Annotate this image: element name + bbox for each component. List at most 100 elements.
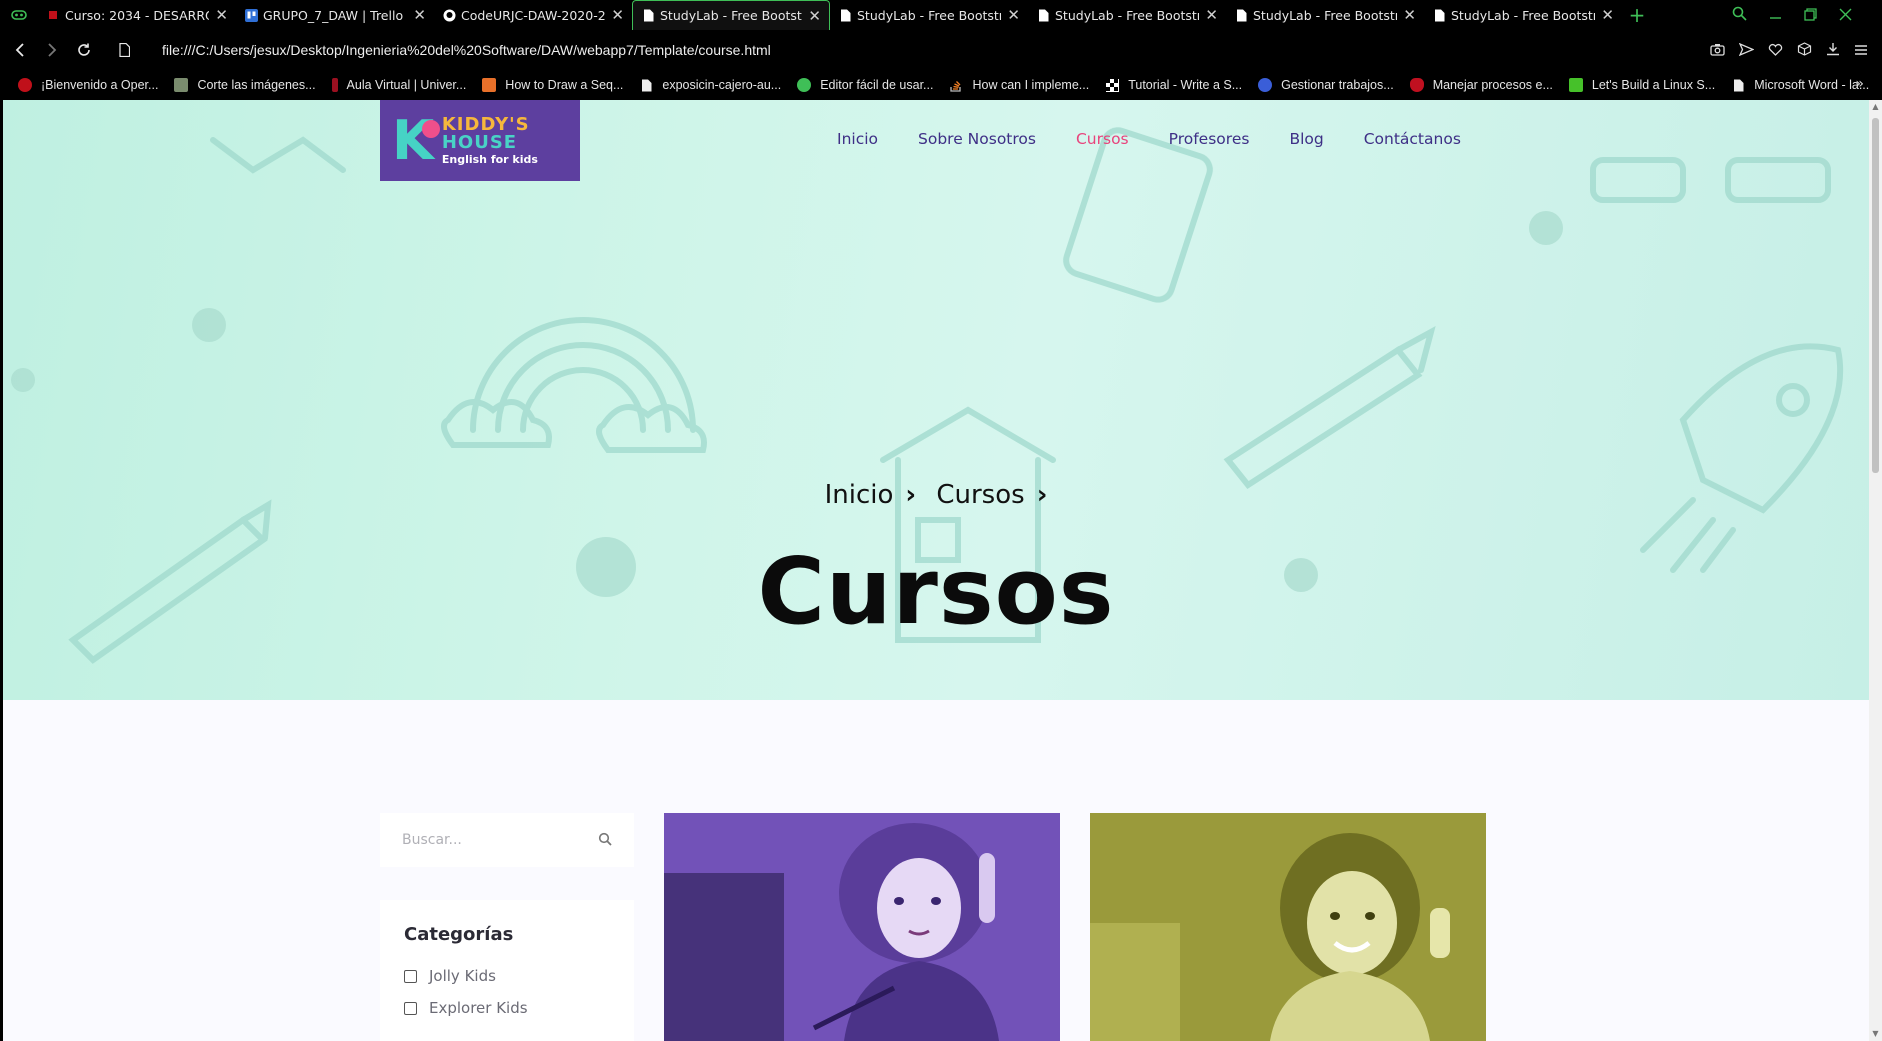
scrollbar-thumb[interactable] bbox=[1872, 118, 1879, 473]
file-icon bbox=[641, 9, 655, 23]
nav-cursos[interactable]: Cursos bbox=[1076, 130, 1129, 148]
nav-profesores[interactable]: Profesores bbox=[1169, 130, 1250, 148]
reload-icon[interactable] bbox=[68, 30, 100, 70]
url-field[interactable]: file:///C:/Users/jesux/Desktop/Ingenieri… bbox=[162, 42, 771, 58]
page-viewport: K KIDDY'S HOUSE English for kids Inicio … bbox=[3, 100, 1869, 1041]
minimize-window-icon[interactable] bbox=[1769, 6, 1782, 25]
bookmark-item[interactable]: Corte las imágenes... bbox=[174, 78, 316, 92]
bookmark-item[interactable]: How to Draw a Seq... bbox=[482, 78, 623, 92]
bookmark-item[interactable]: ¡Bienvenido a Oper... bbox=[18, 78, 158, 92]
page-scrollbar[interactable]: ▲ ▼ bbox=[1869, 100, 1882, 1041]
breadcrumb-inicio[interactable]: Inicio bbox=[825, 480, 894, 510]
new-tab-button[interactable]: + bbox=[1622, 3, 1652, 27]
bookmark-item[interactable]: Manejar procesos e... bbox=[1409, 78, 1553, 92]
browser-tabbar: Curso: 2034 - DESARROLLO ✕ GRUPO_7_DAW |… bbox=[0, 0, 1882, 30]
bookmarks-bar: ¡Bienvenido a Oper... Corte las imágenes… bbox=[0, 70, 1882, 100]
categories-title: Categorías bbox=[404, 924, 514, 945]
chevron-right-icon: › bbox=[1036, 480, 1048, 510]
tab-title: Curso: 2034 - DESARROLLO bbox=[65, 7, 209, 23]
tab-title: StudyLab - Free Bootstrap bbox=[857, 7, 1002, 23]
bookmark-item[interactable]: Gestionar trabajos... bbox=[1258, 78, 1394, 92]
bookmark-label: Corte las imágenes... bbox=[197, 78, 316, 92]
scroll-up-icon[interactable]: ▲ bbox=[1869, 100, 1882, 114]
tab-title: StudyLab - Free Bootstrap bbox=[660, 8, 802, 23]
browser-tab[interactable]: CodeURJC-DAW-2020-21/ ✕ bbox=[434, 0, 632, 30]
nav-blog[interactable]: Blog bbox=[1289, 130, 1323, 148]
close-tab-icon[interactable]: ✕ bbox=[1205, 6, 1218, 24]
forward-icon[interactable] bbox=[36, 30, 68, 70]
bookmark-item[interactable]: Aula Virtual | Univer... bbox=[331, 78, 467, 92]
bookmark-item[interactable]: Editor fácil de usar... bbox=[797, 78, 933, 92]
download-icon[interactable] bbox=[1826, 41, 1840, 60]
category-item[interactable]: Jolly Kids bbox=[404, 967, 610, 985]
close-tab-icon[interactable]: ✕ bbox=[1007, 6, 1020, 24]
bookmark-label: Editor fácil de usar... bbox=[820, 78, 934, 92]
camera-icon[interactable] bbox=[1710, 41, 1725, 60]
close-window-icon[interactable] bbox=[1839, 6, 1852, 25]
scroll-down-icon[interactable]: ▼ bbox=[1869, 1027, 1882, 1041]
browser-tab-active[interactable]: StudyLab - Free Bootstrap ✕ bbox=[632, 0, 830, 30]
nav-sobre-nosotros[interactable]: Sobre Nosotros bbox=[918, 130, 1036, 148]
close-tab-icon[interactable]: ✕ bbox=[1601, 6, 1614, 24]
bookmark-label: Gestionar trabajos... bbox=[1281, 78, 1394, 92]
bookmark-item[interactable]: Let's Build a Linux S... bbox=[1568, 78, 1715, 92]
bookmark-item[interactable]: Tutorial - Write a S... bbox=[1105, 78, 1242, 92]
shield-icon bbox=[1409, 78, 1424, 92]
child-photo-icon bbox=[664, 813, 1060, 1041]
file-icon bbox=[838, 8, 852, 22]
image-icon bbox=[174, 78, 189, 92]
browser-tab[interactable]: StudyLab - Free Bootstrap ✕ bbox=[1424, 0, 1622, 30]
logo-letter: K bbox=[392, 108, 440, 172]
search-box bbox=[380, 813, 634, 867]
easy-setup-icon[interactable] bbox=[1854, 41, 1868, 60]
course-card-image[interactable] bbox=[664, 813, 1060, 1041]
checkbox[interactable] bbox=[404, 1001, 417, 1015]
breadcrumb: Inicio › Cursos › bbox=[3, 480, 1869, 510]
bookmark-item[interactable]: How can I impleme... bbox=[949, 78, 1089, 92]
send-icon[interactable] bbox=[1738, 41, 1755, 60]
bookmark-item[interactable]: Microsoft Word - la... bbox=[1731, 78, 1869, 92]
restore-window-icon[interactable] bbox=[1804, 6, 1817, 25]
course-card-image[interactable] bbox=[1090, 813, 1486, 1041]
nav-inicio[interactable]: Inicio bbox=[837, 130, 878, 148]
categories-panel: Categorías Jolly Kids Explorer Kids bbox=[380, 900, 634, 1041]
browser-tab[interactable]: StudyLab - Free Bootstrap ✕ bbox=[1028, 0, 1226, 30]
browser-tab[interactable]: StudyLab - Free Bootstrap ✕ bbox=[1226, 0, 1424, 30]
close-tab-icon[interactable]: ✕ bbox=[215, 6, 228, 24]
file-icon bbox=[1432, 8, 1446, 22]
address-bar: file:///C:/Users/jesux/Desktop/Ingenieri… bbox=[0, 30, 1882, 70]
page-info-icon[interactable] bbox=[108, 30, 140, 70]
checkbox[interactable] bbox=[404, 969, 417, 983]
nav-contactanos[interactable]: Contáctanos bbox=[1364, 130, 1461, 148]
browser-tab[interactable]: Curso: 2034 - DESARROLLO ✕ bbox=[38, 0, 236, 30]
category-label: Explorer Kids bbox=[429, 999, 528, 1017]
close-tab-icon[interactable]: ✕ bbox=[1403, 6, 1416, 24]
bookmark-label: Microsoft Word - la... bbox=[1754, 78, 1870, 92]
search-tabs-icon[interactable] bbox=[1732, 6, 1747, 25]
heart-icon[interactable] bbox=[1768, 41, 1783, 60]
opera-gx-icon[interactable] bbox=[0, 0, 38, 30]
bookmark-item[interactable]: exposicin-cajero-au... bbox=[639, 78, 781, 92]
browser-tab[interactable]: GRUPO_7_DAW | Trello ✕ bbox=[236, 0, 434, 30]
file-icon bbox=[1731, 78, 1745, 92]
breadcrumb-cursos[interactable]: Cursos bbox=[936, 480, 1024, 510]
search-input[interactable] bbox=[402, 832, 598, 848]
hero-banner: K KIDDY'S HOUSE English for kids Inicio … bbox=[3, 100, 1869, 700]
category-item[interactable]: Explorer Kids bbox=[404, 999, 610, 1017]
browser-tab[interactable]: StudyLab - Free Bootstrap ✕ bbox=[830, 0, 1028, 30]
back-icon[interactable] bbox=[4, 30, 36, 70]
more-bookmarks-icon[interactable]: » bbox=[1855, 76, 1864, 92]
category-label: Jolly Kids bbox=[429, 967, 496, 985]
stackoverflow-icon bbox=[949, 78, 963, 92]
page-title: Cursos bbox=[757, 538, 1115, 645]
site-logo[interactable]: K KIDDY'S HOUSE English for kids bbox=[380, 100, 580, 181]
close-tab-icon[interactable]: ✕ bbox=[808, 7, 821, 25]
close-tab-icon[interactable]: ✕ bbox=[413, 6, 426, 24]
file-icon bbox=[639, 78, 653, 92]
close-tab-icon[interactable]: ✕ bbox=[611, 6, 624, 24]
trello-icon bbox=[244, 8, 258, 22]
cube-icon[interactable] bbox=[1797, 41, 1812, 60]
search-icon[interactable] bbox=[598, 831, 612, 850]
tab-title: StudyLab - Free Bootstrap bbox=[1055, 7, 1200, 23]
bookmark-label: Aula Virtual | Univer... bbox=[346, 78, 467, 92]
